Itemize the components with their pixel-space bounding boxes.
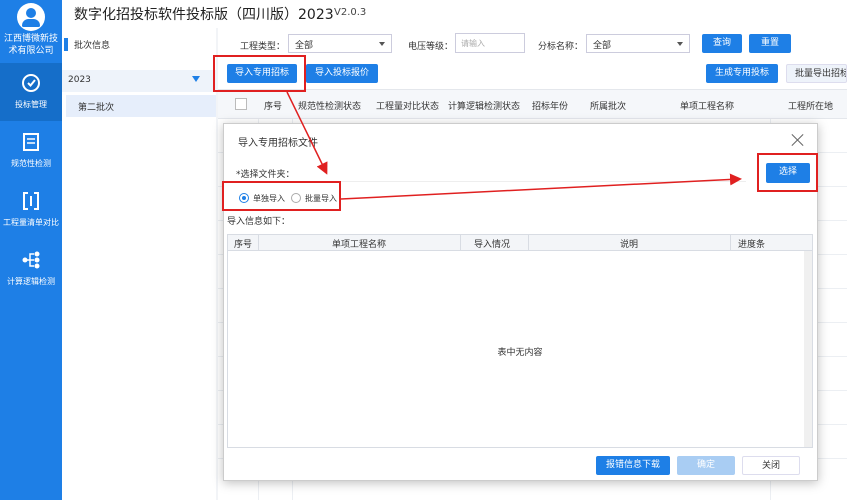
- import-dialog: 导入专用招标文件 *选择文件夹： 选择 单独导入 批量导入 导入信息如下： 序号…: [223, 123, 818, 481]
- app-version: V2.0.3: [334, 7, 367, 18]
- query-button[interactable]: 查询: [702, 34, 742, 53]
- project-type-select[interactable]: 全部: [288, 34, 392, 53]
- compare-icon: [23, 192, 39, 210]
- grid-col-header: 所属批次: [590, 102, 627, 112]
- voltage-label: 电压等级：: [408, 42, 454, 52]
- section-select[interactable]: 全部: [586, 34, 690, 53]
- document-check-icon: [23, 133, 39, 151]
- nav-label: 工程量清单对比: [3, 218, 59, 227]
- section-label: 分标名称：: [538, 42, 584, 52]
- close-button[interactable]: 关闭: [742, 456, 800, 475]
- annotation-box: [757, 153, 818, 192]
- dialog-title: 导入专用招标文件: [238, 138, 318, 149]
- table-scrollbar[interactable]: [804, 251, 812, 447]
- grid-col-header: 计算逻辑检测状态: [448, 102, 521, 112]
- caret-down-icon: [192, 76, 200, 82]
- table-col-header: 单项工程名称: [332, 240, 387, 250]
- table-col-header: 序号: [234, 240, 253, 250]
- confirm-button[interactable]: 确定: [677, 456, 735, 475]
- col-divider: [258, 235, 259, 251]
- nav-logic-check[interactable]: 计算逻辑检测: [0, 240, 62, 298]
- voltage-input[interactable]: 请输入: [455, 33, 525, 53]
- table-col-header: 说明: [620, 240, 639, 250]
- folder-label: *选择文件夹：: [236, 170, 295, 180]
- col-divider: [460, 235, 461, 251]
- grid-header: 序号 规范性检测状态 工程量对比状态 计算逻辑检测状态 招标年份 所属批次 单项…: [218, 89, 847, 119]
- annotation-box: [213, 55, 306, 92]
- company-name: 江西博微新技术有限公司: [3, 34, 58, 56]
- batch-export-button[interactable]: 批量导出招标: [786, 64, 847, 83]
- table-col-header: 进度条: [738, 240, 766, 250]
- bid-management-icon: [22, 74, 40, 92]
- left-rail: 江西博微新技术有限公司 投标管理 规范性检测 工程量清单对比 计算逻辑检测: [0, 0, 62, 500]
- reset-button[interactable]: 重置: [749, 34, 791, 53]
- grid-col-header: 规范性检测状态: [298, 102, 362, 112]
- col-divider: [528, 235, 529, 251]
- info-label: 导入信息如下：: [227, 217, 291, 227]
- download-errors-button[interactable]: 报错信息下载: [596, 456, 670, 475]
- app-title: 数字化招投标软件投标版（四川版）2023: [74, 7, 334, 23]
- empty-table-message: 表中无内容: [497, 348, 543, 358]
- nav-label: 投标管理: [15, 100, 47, 109]
- logic-tree-icon: [22, 251, 40, 269]
- nav-label: 规范性检测: [11, 159, 51, 168]
- import-info-table: 序号 单项工程名称 导入情况 说明 进度条 表中无内容: [227, 234, 813, 448]
- section-value: 全部: [593, 41, 612, 51]
- col-divider: [730, 235, 731, 251]
- grid-col-header: 工程所在地: [788, 102, 834, 112]
- batch-item-selected[interactable]: 第二批次: [66, 95, 216, 117]
- annotation-box: [222, 181, 341, 211]
- table-header: 序号 单项工程名称 导入情况 说明 进度条: [228, 235, 812, 251]
- table-col-header: 导入情况: [474, 240, 511, 250]
- batch-heading: 批次信息: [63, 38, 110, 51]
- grid-col-header: 工程量对比状态: [376, 102, 440, 112]
- nav-label: 计算逻辑检测: [7, 277, 55, 286]
- folder-path-field[interactable]: [316, 164, 746, 182]
- close-icon[interactable]: [791, 133, 805, 147]
- nav-bid-management[interactable]: 投标管理: [0, 63, 62, 121]
- avatar-icon[interactable]: [17, 3, 45, 31]
- year-label: 2023: [68, 75, 91, 85]
- grid-col-header: 招标年份: [532, 102, 569, 112]
- batch-panel: 批次信息 2023 第二批次: [62, 28, 216, 500]
- import-quote-button[interactable]: 导入投标报价: [306, 64, 378, 83]
- app-header: 数字化招投标软件投标版（四川版）2023 V2.0.3: [62, 0, 847, 28]
- select-all-checkbox[interactable]: [235, 98, 247, 110]
- nav-bill-compare[interactable]: 工程量清单对比: [0, 181, 62, 239]
- generate-special-bid-button[interactable]: 生成专用投标: [706, 64, 778, 83]
- nav-standard-check[interactable]: 规范性检测: [0, 122, 62, 180]
- project-type-label: 工程类型：: [240, 42, 286, 52]
- project-type-value: 全部: [295, 41, 314, 51]
- chevron-down-icon: [379, 42, 385, 46]
- chevron-down-icon: [677, 42, 683, 46]
- year-selector[interactable]: 2023: [62, 70, 216, 92]
- grid-col-header: 单项工程名称: [680, 102, 735, 112]
- grid-col-header: 序号: [264, 102, 283, 112]
